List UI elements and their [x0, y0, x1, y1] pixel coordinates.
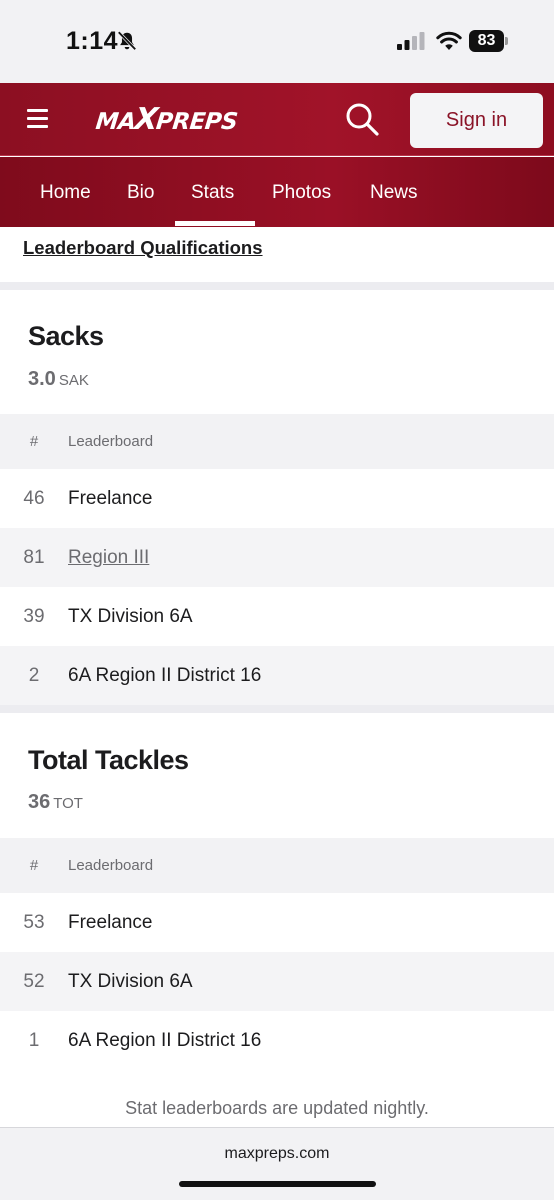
bell-muted-icon — [117, 31, 137, 51]
section-divider — [0, 282, 554, 290]
row-leaderboard-link[interactable]: Region III — [68, 528, 149, 587]
row-leaderboard: TX Division 6A — [68, 971, 193, 992]
stat-value-total-tackles: 36 TOT — [28, 791, 83, 814]
table-row: 53 Freelance — [0, 893, 554, 952]
column-header-leaderboard: Leaderboard — [68, 857, 154, 874]
row-leaderboard: Freelance — [68, 488, 153, 509]
menu-icon[interactable] — [27, 109, 48, 128]
section-title-total-tackles: Total Tackles — [28, 745, 189, 775]
stat-number: 36 — [28, 791, 51, 813]
update-note: Stat leaderboards are updated nightly. — [125, 1098, 429, 1118]
table-header: # Leaderboard — [0, 414, 554, 469]
stat-unit: SAK — [58, 372, 89, 389]
signal-icon — [397, 32, 425, 50]
section-title-sacks: Sacks — [28, 321, 104, 351]
home-indicator[interactable] — [179, 1181, 376, 1187]
table-row: 46 Freelance — [0, 469, 554, 528]
battery-icon: 83 — [469, 30, 504, 52]
tab-bio[interactable]: Bio — [127, 157, 154, 227]
column-header-rank: # — [29, 433, 39, 450]
table-row: 2 6A Region II District 16 — [0, 646, 554, 705]
url-text[interactable]: maxpreps.com — [0, 1145, 554, 1163]
battery-cap — [505, 37, 508, 45]
table-row: 1 6A Region II District 16 — [0, 1011, 554, 1070]
tab-stats[interactable]: Stats — [191, 157, 234, 227]
row-rank: 1 — [28, 1030, 40, 1051]
row-leaderboard: TX Division 6A — [68, 606, 193, 627]
search-icon[interactable] — [344, 101, 380, 137]
row-leaderboard: 6A Region II District 16 — [68, 1030, 262, 1051]
table-row: 81 Region III — [0, 528, 554, 587]
row-rank: 39 — [23, 606, 45, 627]
site-header: MAXPREPS Sign in — [0, 83, 554, 156]
status-time: 1:14 — [66, 27, 119, 55]
leaderboard-qualifications-link[interactable]: Leaderboard Qualifications — [23, 237, 263, 259]
table-row: 39 TX Division 6A — [0, 587, 554, 646]
stat-value-sacks: 3.0 SAK — [28, 368, 89, 391]
tab-photos[interactable]: Photos — [272, 157, 331, 227]
status-bar: 1:14 83 — [0, 0, 554, 83]
sign-in-button[interactable]: Sign in — [410, 93, 543, 148]
tab-news[interactable]: News — [370, 157, 418, 227]
row-rank: 2 — [28, 665, 40, 686]
maxpreps-logo[interactable]: MAXPREPS — [94, 102, 239, 138]
row-rank: 53 — [23, 912, 45, 933]
row-rank: 81 — [23, 547, 45, 568]
column-header-leaderboard: Leaderboard — [68, 433, 154, 450]
active-tab-indicator — [175, 221, 255, 226]
stat-number: 3.0 — [28, 368, 56, 390]
profile-tabs: Home Bio Stats Photos News — [0, 157, 554, 227]
table-header: # Leaderboard — [0, 838, 554, 893]
tab-home[interactable]: Home — [40, 157, 91, 227]
row-leaderboard: 6A Region II District 16 — [68, 665, 262, 686]
row-rank: 52 — [23, 971, 45, 992]
wifi-icon — [436, 31, 462, 50]
column-header-rank: # — [29, 857, 39, 874]
browser-url-bar[interactable]: maxpreps.com — [0, 1127, 554, 1200]
table-row: 52 TX Division 6A — [0, 952, 554, 1011]
stat-unit: TOT — [53, 795, 83, 812]
row-rank: 46 — [23, 488, 45, 509]
section-divider — [0, 705, 554, 713]
row-leaderboard: Freelance — [68, 912, 153, 933]
